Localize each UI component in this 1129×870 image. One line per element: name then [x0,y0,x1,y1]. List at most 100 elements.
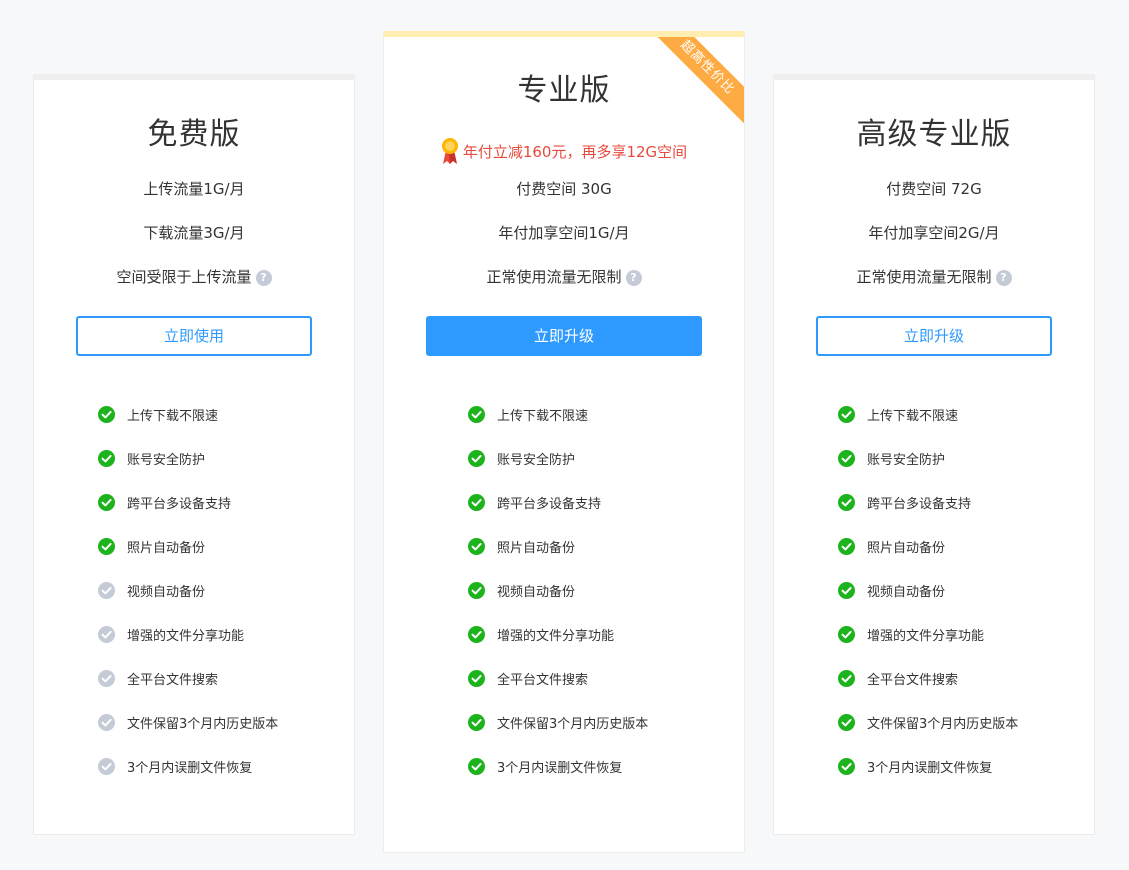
plan-card-advanced: 高级专业版 付费空间 72G 年付加享空间2G/月 正常使用流量无限制? 立即升… [773,74,1095,835]
feature-label: 上传下载不限速 [497,408,589,424]
plan-card-pro: 超高性价比 专业版 年付立减160元，再多享12G空间 付费空间 30G 年付加… [383,31,745,853]
feature-item: 跨平台多设备支持 [838,480,1018,524]
check-enabled-icon [468,713,485,731]
check-enabled-icon [838,405,855,423]
feature-item: 视频自动备份 [98,568,278,612]
plan-detail-with-help: 空间受限于上传流量? [34,266,354,287]
check-enabled-icon [468,405,485,423]
check-enabled-icon [468,581,485,599]
feature-label: 跨平台多设备支持 [127,496,232,512]
check-disabled-icon [98,669,115,687]
feature-label: 照片自动备份 [867,540,946,556]
check-disabled-icon [98,757,115,775]
upgrade-button[interactable]: 立即升级 [426,316,702,356]
plan-title: 免费版 [147,117,241,152]
check-enabled-icon [468,625,485,643]
feature-item: 账号安全防护 [468,436,648,480]
feature-item: 文件保留3个月内历史版本 [468,700,648,744]
feature-item: 视频自动备份 [838,568,1018,612]
feature-label: 3个月内误删文件恢复 [127,760,253,776]
check-enabled-icon [468,669,485,687]
feature-label: 上传下载不限速 [127,408,219,424]
plan-detail: 正常使用流量无限制 [486,268,622,286]
feature-label: 跨平台多设备支持 [497,496,602,512]
feature-label: 跨平台多设备支持 [867,496,972,512]
feature-label: 增强的文件分享功能 [867,628,985,644]
feature-item: 全平台文件搜索 [468,656,648,700]
help-icon[interactable]: ? [995,270,1012,286]
feature-label: 增强的文件分享功能 [127,628,245,644]
plan-detail: 上传流量1G/月 [143,180,245,198]
feature-label: 账号安全防护 [497,452,576,468]
feature-item: 视频自动备份 [468,568,648,612]
check-enabled-icon [838,493,855,511]
check-enabled-icon [838,625,855,643]
upgrade-button[interactable]: 立即升级 [816,316,1052,356]
feature-item: 全平台文件搜索 [98,656,278,700]
check-enabled-icon [98,493,115,511]
feature-item: 增强的文件分享功能 [838,612,1018,656]
help-icon[interactable]: ? [255,270,272,286]
check-enabled-icon [98,537,115,555]
feature-item: 全平台文件搜索 [838,656,1018,700]
check-enabled-icon [468,757,485,775]
plan-title: 专业版 [517,73,611,108]
check-enabled-icon [468,449,485,467]
feature-label: 3个月内误删文件恢复 [867,760,993,776]
feature-item: 账号安全防护 [98,436,278,480]
plan-detail-with-help: 正常使用流量无限制? [774,266,1094,287]
feature-item: 上传下载不限速 [838,392,1018,436]
feature-item: 账号安全防护 [838,436,1018,480]
plan-detail-with-help: 正常使用流量无限制? [384,266,744,287]
feature-label: 照片自动备份 [127,540,206,556]
promo-text: 年付立减160元，再多享12G空间 [462,143,688,161]
check-enabled-icon [98,449,115,467]
feature-item: 3个月内误删文件恢复 [98,744,278,788]
feature-item: 增强的文件分享功能 [468,612,648,656]
feature-label: 视频自动备份 [127,584,206,600]
check-disabled-icon [98,713,115,731]
plan-detail: 付费空间 72G [886,180,982,198]
help-icon[interactable]: ? [625,270,642,286]
plan-detail: 年付加享空间2G/月 [868,224,1000,242]
feature-item: 增强的文件分享功能 [98,612,278,656]
feature-label: 账号安全防护 [867,452,946,468]
check-enabled-icon [468,493,485,511]
check-enabled-icon [838,713,855,731]
feature-item: 3个月内误删文件恢复 [468,744,648,788]
check-enabled-icon [838,581,855,599]
feature-label: 文件保留3个月内历史版本 [127,716,279,732]
check-enabled-icon [838,449,855,467]
feature-item: 照片自动备份 [838,524,1018,568]
plan-detail: 空间受限于上传流量 [116,268,252,286]
feature-list: 上传下载不限速账号安全防护跨平台多设备支持 照片自动备份视频自动备份增强的文件分享… [838,392,1018,788]
feature-list: 上传下载不限速 账号安全防护跨平台多设备支持 照片自动备份 视频自动备份增强的文件分享… [468,392,648,788]
check-enabled-icon [838,757,855,775]
feature-list: 上传下载不限速 账号安全防护跨平台多设备支持 照片自动备份 视频自动备份增强的文件分享… [98,392,278,788]
feature-label: 3个月内误删文件恢复 [497,760,623,776]
feature-label: 全平台文件搜索 [867,672,959,688]
feature-item: 跨平台多设备支持 [98,480,278,524]
plan-card-free: 免费版 上传流量1G/月 下载流量3G/月 空间受限于上传流量? 立即使用 上传… [33,74,355,835]
feature-label: 文件保留3个月内历史版本 [497,716,649,732]
promo-banner: 年付立减160元，再多享12G空间 [384,137,744,165]
feature-label: 增强的文件分享功能 [497,628,615,644]
feature-label: 照片自动备份 [497,540,576,556]
feature-label: 视频自动备份 [497,584,576,600]
medal-icon [441,138,458,164]
feature-label: 全平台文件搜索 [127,672,219,688]
feature-item: 上传下载不限速 [468,392,648,436]
feature-label: 账号安全防护 [127,452,206,468]
feature-item: 上传下载不限速 [98,392,278,436]
check-enabled-icon [468,537,485,555]
check-disabled-icon [98,581,115,599]
feature-item: 3个月内误删文件恢复 [838,744,1018,788]
plan-detail: 付费空间 30G [516,180,612,198]
check-enabled-icon [98,405,115,423]
feature-label: 全平台文件搜索 [497,672,589,688]
feature-item: 照片自动备份 [468,524,648,568]
feature-item: 跨平台多设备支持 [468,480,648,524]
use-now-button[interactable]: 立即使用 [76,316,312,356]
feature-item: 照片自动备份 [98,524,278,568]
feature-label: 文件保留3个月内历史版本 [867,716,1019,732]
